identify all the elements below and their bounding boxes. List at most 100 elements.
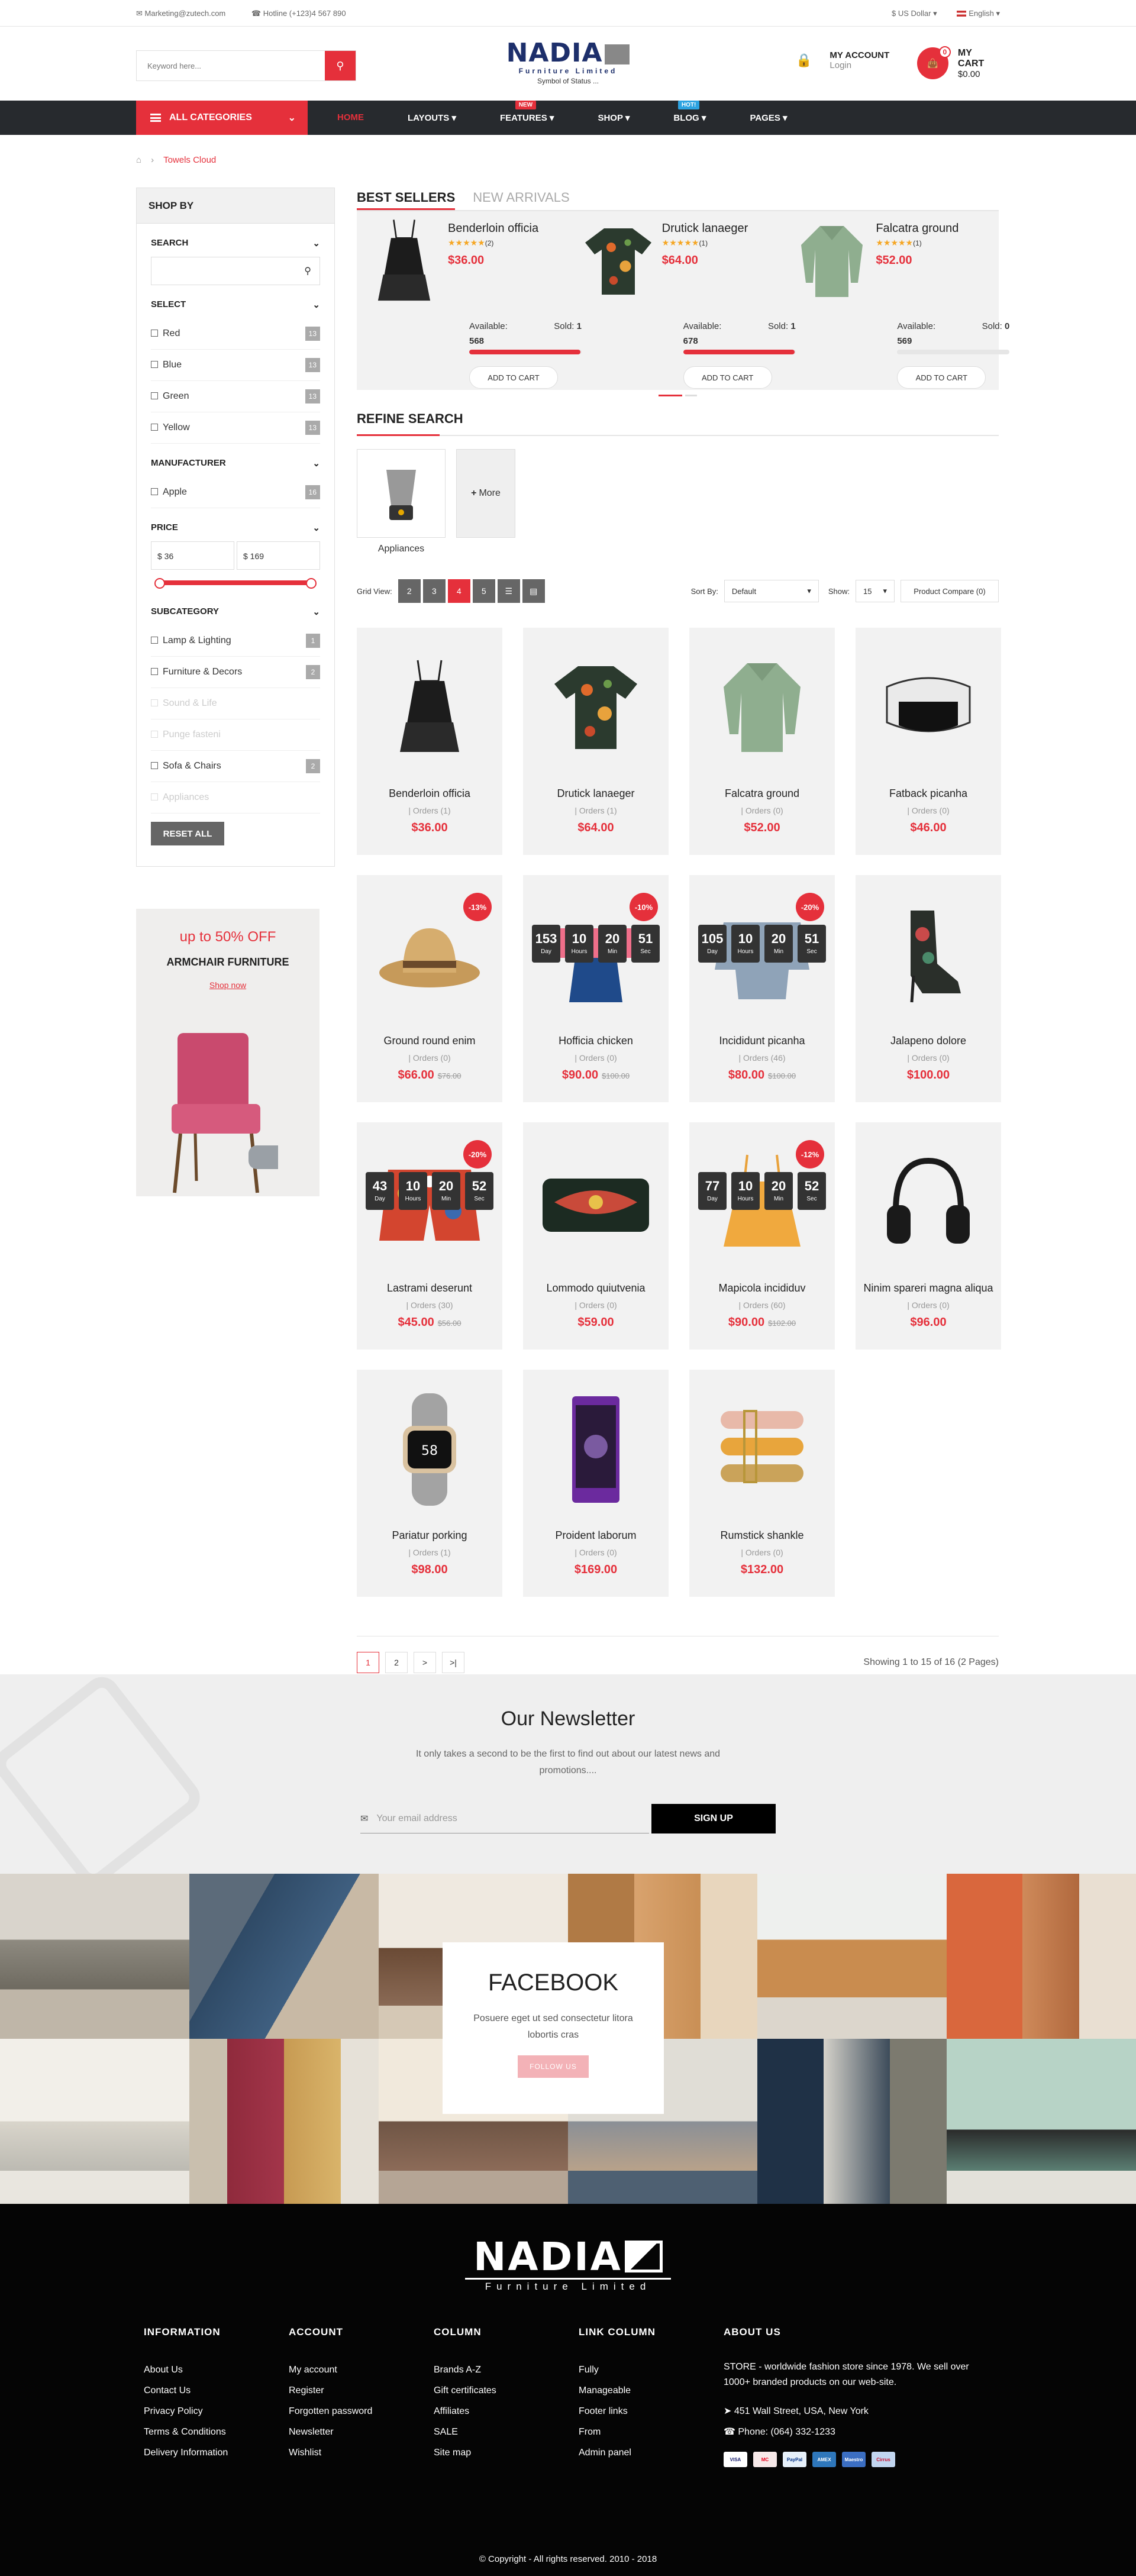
footer-link[interactable]: Terms & Conditions	[144, 2422, 289, 2442]
grid-view-2-button[interactable]: 2	[398, 579, 421, 603]
list-view-icon[interactable]: ☰	[497, 579, 520, 603]
email-contact[interactable]: ✉ Marketing@zutech.com	[136, 9, 225, 18]
sidebar-search-input[interactable]: ⚲	[151, 257, 320, 285]
price-max-input[interactable]: $ 169	[237, 541, 320, 570]
product-card[interactable]: Fatback picanha | Orders (0) $46.00	[856, 628, 1001, 855]
add-to-cart-button[interactable]: ADD TO CART	[469, 366, 558, 389]
product-card[interactable]: -10% 153 Day 10 Hours 20 Min 51 Sec Hofficia chic…	[523, 875, 669, 1102]
product-card[interactable]: Falcatra ground | Orders (0) $52.00	[689, 628, 835, 855]
subcategory-filter-header[interactable]: SUBCATEGORY ⌄	[151, 585, 320, 625]
currency-dropdown[interactable]: $ US Dollar ▾	[892, 9, 937, 18]
product-card[interactable]: -12% 77 Day 10 Hours 20 Min 52 Sec Mapicola incid…	[689, 1122, 835, 1350]
product-name[interactable]: Mapicola incididuv	[689, 1282, 835, 1295]
footer-link[interactable]: Brands A-Z	[434, 2359, 579, 2380]
checkbox[interactable]	[151, 762, 158, 769]
page-button[interactable]: 1	[357, 1652, 379, 1673]
more-categories-button[interactable]: + More	[456, 449, 515, 538]
product-name[interactable]: Falcatra ground	[689, 787, 835, 800]
product-card[interactable]: -20% 105 Day 10 Hours 20 Min 51 Sec Incididunt pi…	[689, 875, 835, 1102]
select-filter-header[interactable]: SELECT ⌄	[151, 285, 320, 318]
product-card[interactable]: Benderloin officia | Orders (1) $36.00	[357, 628, 502, 855]
product-name[interactable]: Falcatra ground	[876, 222, 994, 235]
manufacturer-filter-header[interactable]: MANUFACTURER ⌄	[151, 444, 320, 477]
product-name[interactable]: Pariatur porking	[357, 1529, 502, 1542]
subcategory-option[interactable]: Sound & Life	[151, 688, 320, 719]
follow-us-button[interactable]: FOLLOW US	[518, 2055, 589, 2078]
carousel-dot-active[interactable]	[659, 395, 682, 396]
gallery-image[interactable]	[0, 1874, 189, 2039]
product-image[interactable]	[796, 217, 867, 306]
product-card[interactable]: Ninim spareri magna aliqua | Orders (0) $9…	[856, 1122, 1001, 1350]
search-filter-header[interactable]: SEARCH ⌄	[151, 224, 320, 257]
checkbox[interactable]	[151, 699, 158, 706]
product-image[interactable]	[523, 628, 669, 787]
show-select[interactable]: 15 ▾	[856, 580, 895, 602]
footer-link[interactable]: Contact Us	[144, 2380, 289, 2401]
product-name[interactable]: Fatback picanha	[856, 787, 1001, 800]
product-card[interactable]: Proident laborum | Orders (0) $169.00	[523, 1370, 669, 1597]
product-image[interactable]	[856, 628, 1001, 787]
add-to-cart-button[interactable]: ADD TO CART	[897, 366, 986, 389]
footer-link[interactable]: Footer links	[579, 2401, 724, 2422]
gallery-image[interactable]	[0, 2039, 189, 2204]
nav-item-blog[interactable]: BLOG ▾ HOT!	[673, 101, 706, 123]
grid-view-5-button[interactable]: 5	[472, 579, 495, 603]
product-name[interactable]: Lastrami deserunt	[357, 1282, 502, 1295]
cart-button[interactable]: 👜 0 MY CART $0.00	[917, 46, 1000, 79]
search-button[interactable]: ⚲	[325, 51, 356, 80]
manufacturer-option[interactable]: Apple 16	[151, 477, 320, 508]
footer-link[interactable]: Manageable	[579, 2380, 724, 2401]
product-name[interactable]: Benderloin officia	[448, 222, 566, 235]
product-name[interactable]: Proident laborum	[523, 1529, 669, 1542]
checkbox[interactable]	[151, 361, 158, 368]
color-option[interactable]: Blue 13	[151, 350, 320, 381]
price-min-input[interactable]: $ 36	[151, 541, 234, 570]
subcategory-option[interactable]: Lamp & Lighting 1	[151, 625, 320, 657]
nav-item-features[interactable]: FEATURES ▾ NEW	[500, 101, 554, 123]
checkbox[interactable]	[151, 424, 158, 431]
language-dropdown[interactable]: English ▾	[957, 9, 1000, 18]
checkbox[interactable]	[151, 637, 158, 644]
footer-link[interactable]: About Us	[144, 2359, 289, 2380]
add-to-cart-button[interactable]: ADD TO CART	[683, 366, 772, 389]
product-name[interactable]: Ground round enim	[357, 1035, 502, 1047]
product-card[interactable]: Jalapeno dolore | Orders (0) $100.00	[856, 875, 1001, 1102]
tab-new-arrivals[interactable]: NEW ARRIVALS	[473, 188, 569, 210]
color-option[interactable]: Yellow 13	[151, 412, 320, 444]
gallery-image[interactable]	[189, 1874, 379, 2039]
carousel-dot[interactable]	[685, 395, 697, 396]
product-card[interactable]: Rumstick shankle | Orders (0) $132.00	[689, 1370, 835, 1597]
home-icon[interactable]: ⌂	[136, 155, 141, 165]
product-card[interactable]: Lommodo quiutvenia | Orders (0) $59.00	[523, 1122, 669, 1350]
product-card[interactable]: 58 Pariatur porking | Orders (1) $98.00	[357, 1370, 502, 1597]
checkbox[interactable]	[151, 731, 158, 738]
gallery-image[interactable]	[947, 2039, 1136, 2204]
product-name[interactable]: Drutick lanaeger	[523, 787, 669, 800]
nav-item-home[interactable]: HOME	[337, 112, 364, 123]
reset-all-button[interactable]: RESET ALL	[151, 822, 224, 845]
footer-link[interactable]: Wishlist	[289, 2442, 434, 2463]
footer-link[interactable]: Delivery Information	[144, 2442, 289, 2463]
login-link[interactable]: Login	[830, 60, 851, 70]
checkbox[interactable]	[151, 392, 158, 399]
gallery-image[interactable]	[757, 2039, 947, 2204]
shop-now-link[interactable]: Shop now	[136, 980, 320, 990]
color-option[interactable]: Green 13	[151, 381, 320, 412]
footer-link[interactable]: Gift certificates	[434, 2380, 579, 2401]
subcategory-option[interactable]: Sofa & Chairs 2	[151, 751, 320, 782]
product-name[interactable]: Benderloin officia	[357, 787, 502, 800]
footer-link[interactable]: Fully	[579, 2359, 724, 2380]
product-image[interactable]: 58	[357, 1370, 502, 1529]
footer-link[interactable]: Register	[289, 2380, 434, 2401]
product-image[interactable]	[523, 1122, 669, 1282]
product-name[interactable]: Hofficia chicken	[523, 1035, 669, 1047]
page-button[interactable]: >	[414, 1652, 436, 1673]
product-image[interactable]	[856, 1122, 1001, 1282]
checkbox[interactable]	[151, 668, 158, 675]
nav-item-shop[interactable]: SHOP ▾	[598, 112, 630, 123]
checkbox[interactable]	[151, 793, 158, 800]
product-card[interactable]: Drutick lanaeger | Orders (1) $64.00	[523, 628, 669, 855]
sort-select[interactable]: Default ▾	[724, 580, 819, 602]
product-image[interactable]	[583, 217, 654, 306]
color-option[interactable]: Red 13	[151, 318, 320, 350]
